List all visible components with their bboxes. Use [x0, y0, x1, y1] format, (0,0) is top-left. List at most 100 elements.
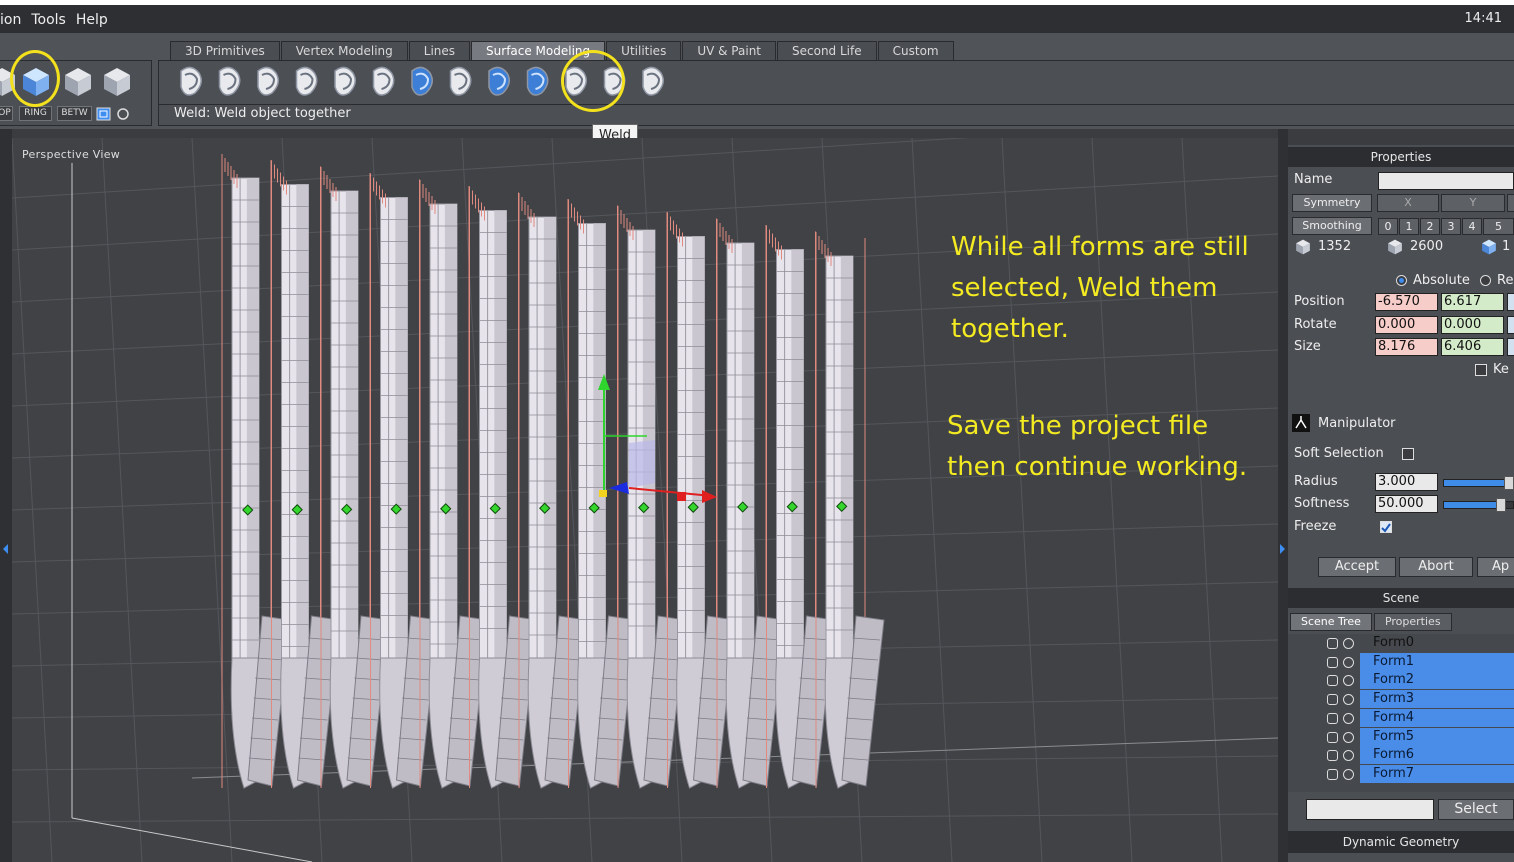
position-z-field[interactable]	[1507, 293, 1514, 311]
smoothing-level-2[interactable]: 2	[1420, 218, 1440, 235]
symmetry-button[interactable]: Symmetry	[1292, 194, 1372, 212]
eye-icon[interactable]	[1343, 768, 1354, 780]
annotation-save: Save the project file then continue work…	[947, 406, 1247, 488]
scene-tree-row[interactable]: Form7	[1288, 764, 1514, 784]
between-button[interactable]: BETW	[57, 106, 92, 121]
eye-icon[interactable]	[1343, 750, 1354, 762]
loft-tool-icon[interactable]	[257, 66, 279, 96]
form-tube	[766, 225, 836, 789]
smoothing-button[interactable]: Smoothing	[1292, 217, 1372, 235]
smooth-tool-icon[interactable]	[449, 66, 472, 96]
tab-uv-paint[interactable]: UV & Paint	[682, 41, 777, 60]
smoothing-level-1[interactable]: 1	[1399, 218, 1419, 235]
softness-field[interactable]: 50.000	[1375, 495, 1438, 513]
eye-icon[interactable]	[1343, 638, 1354, 649]
lock-icon[interactable]	[1327, 694, 1338, 706]
accept-button[interactable]: Accept	[1318, 557, 1396, 577]
loop-button[interactable]: OP	[0, 106, 13, 121]
size-x-field[interactable]: 8.176	[1375, 338, 1438, 356]
eye-icon[interactable]	[1343, 675, 1354, 687]
scene-tree-item-name: Form0	[1373, 635, 1415, 650]
subdivide-tool-icon[interactable]	[642, 66, 664, 96]
position-y-field[interactable]: 6.617	[1441, 293, 1504, 311]
scene-tree-row[interactable]: Form5	[1288, 727, 1514, 747]
rotate-y-field[interactable]: 0.000	[1441, 316, 1504, 334]
eye-icon[interactable]	[1343, 731, 1354, 743]
lock-icon[interactable]	[1327, 638, 1338, 649]
rotate-x-field[interactable]: 0.000	[1375, 316, 1438, 334]
scene-tree-row[interactable]: Form4	[1288, 708, 1514, 728]
taper-tool-icon[interactable]	[372, 66, 395, 96]
tab-utilities[interactable]: Utilities	[606, 41, 682, 60]
lock-icon[interactable]	[1327, 712, 1338, 724]
scene-header: Scene	[1288, 588, 1514, 608]
radius-slider[interactable]	[1443, 476, 1514, 490]
scene-tree-row[interactable]: Form6	[1288, 746, 1514, 765]
radius-field[interactable]: 3.000	[1375, 473, 1438, 491]
size-y-field[interactable]: 6.406	[1441, 338, 1504, 356]
twist-tool-icon[interactable]	[334, 66, 356, 96]
tab-custom[interactable]: Custom	[877, 41, 954, 60]
tab-scene-tree[interactable]: Scene Tree	[1290, 613, 1372, 631]
symmetry-x[interactable]: X	[1377, 194, 1439, 212]
select-box-icon[interactable]	[96, 106, 132, 122]
extrude-tool-icon[interactable]	[526, 66, 549, 96]
scene-tree-row[interactable]: Form0	[1288, 634, 1514, 653]
bevel-tool-icon[interactable]	[488, 66, 510, 96]
menu-item-tools[interactable]: Tools	[26, 12, 71, 28]
scene-tree-row[interactable]: Form1	[1288, 652, 1514, 672]
abort-button[interactable]: Abort	[1399, 557, 1473, 577]
eye-icon[interactable]	[1343, 712, 1354, 724]
sweep-tool-icon[interactable]	[180, 66, 202, 96]
select-button[interactable]: Select	[1438, 799, 1514, 820]
symmetry-y[interactable]: Y	[1441, 194, 1505, 212]
tab-scene-properties[interactable]: Properties	[1373, 613, 1452, 631]
position-x-field[interactable]: -6.570	[1375, 293, 1438, 311]
lathe-tool-icon[interactable]	[218, 66, 241, 96]
tab-vertex-modeling[interactable]: Vertex Modeling	[280, 41, 408, 60]
edge-count-icon	[1482, 239, 1496, 255]
smoothing-level-4[interactable]: 4	[1462, 218, 1482, 235]
keep-checkbox[interactable]	[1475, 364, 1487, 376]
absolute-label: Absolute	[1413, 273, 1470, 288]
viewport-divider[interactable]	[1278, 129, 1288, 862]
bend-tool-icon[interactable]	[295, 66, 318, 96]
tab-3d-primitives[interactable]: 3D Primitives	[170, 41, 280, 60]
menu-item-help[interactable]: Help	[71, 12, 113, 28]
eye-icon[interactable]	[1343, 694, 1354, 706]
rotate-z-field[interactable]	[1507, 316, 1514, 334]
relative-radio[interactable]	[1480, 275, 1491, 286]
absolute-radio[interactable]	[1396, 275, 1407, 286]
lock-icon[interactable]	[1327, 675, 1338, 687]
name-field[interactable]	[1378, 172, 1514, 190]
eye-icon[interactable]	[1343, 656, 1354, 668]
freeze-checkbox[interactable]	[1380, 521, 1392, 533]
scene-tree-row[interactable]: Form2	[1288, 671, 1514, 690]
apply-button[interactable]: Ap	[1477, 557, 1514, 577]
menu-item-ion[interactable]: ion	[0, 12, 26, 28]
shell-tool-icon[interactable]	[411, 66, 433, 96]
scene-tree-row[interactable]: Form3	[1288, 690, 1514, 709]
perspective-viewport[interactable]: Perspective View While all forms are sti…	[12, 138, 1278, 862]
smoothing-level-5[interactable]: 5	[1483, 218, 1514, 235]
scene-search-input[interactable]	[1306, 799, 1434, 820]
lock-icon[interactable]	[1327, 768, 1338, 780]
smoothing-level-0[interactable]: 0	[1378, 218, 1398, 235]
ring-button[interactable]: RING	[19, 106, 52, 121]
left-edge-bar	[0, 129, 12, 862]
tab-lines[interactable]: Lines	[408, 41, 471, 60]
toolbar: 3D Primitives Vertex Modeling Lines Surf…	[0, 33, 1514, 129]
soft-selection-checkbox[interactable]	[1402, 448, 1414, 460]
size-z-field[interactable]	[1507, 338, 1514, 356]
select-vertex-icon[interactable]	[101, 65, 133, 99]
form-tube	[716, 219, 786, 789]
lock-icon[interactable]	[1327, 731, 1338, 743]
smoothing-level-3[interactable]: 3	[1441, 218, 1461, 235]
lock-icon[interactable]	[1327, 750, 1338, 762]
lock-icon[interactable]	[1327, 656, 1338, 668]
select-edge-icon[interactable]	[62, 65, 94, 99]
tab-second-life[interactable]: Second Life	[777, 41, 877, 60]
app-window: ion Tools Help 14:41 3D Primitives Verte…	[0, 0, 1514, 862]
symmetry-z[interactable]	[1507, 194, 1514, 212]
softness-slider[interactable]	[1443, 498, 1514, 512]
